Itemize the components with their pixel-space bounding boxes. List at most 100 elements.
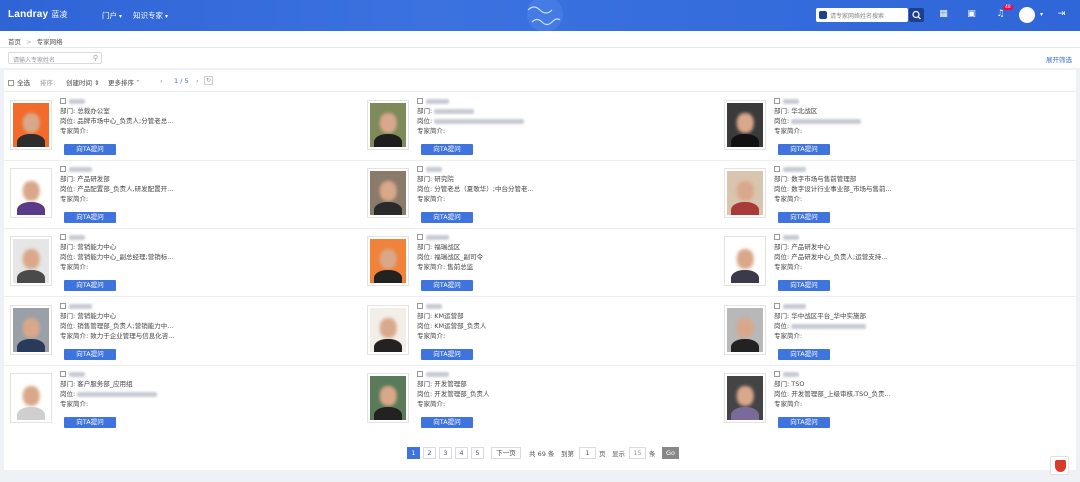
page-button-2[interactable]: 2 xyxy=(423,447,436,459)
search-button[interactable] xyxy=(909,8,924,22)
intro-label: 专家简介: xyxy=(417,400,446,408)
breadcrumb-home[interactable]: 首页 xyxy=(8,38,21,46)
select-all-checkbox[interactable]: 全选 xyxy=(8,77,30,87)
bell-icon[interactable]: ♫ xyxy=(995,9,1006,20)
expert-photo[interactable] xyxy=(724,100,766,150)
checkbox-icon[interactable] xyxy=(774,98,780,104)
expert-photo[interactable] xyxy=(367,236,409,286)
ask-expert-button[interactable]: 向TA提问 xyxy=(64,144,116,155)
intro-label: 专家简介: xyxy=(774,400,803,408)
expert-name-search-input[interactable]: 请输入专家姓名 ⚲ xyxy=(8,52,102,64)
expert-name-row xyxy=(417,302,702,311)
expert-photo[interactable] xyxy=(10,236,52,286)
expert-photo[interactable] xyxy=(367,373,409,423)
expert-photo[interactable] xyxy=(10,373,52,423)
more-sort-dropdown[interactable]: 更多排序 ˅ xyxy=(108,77,139,87)
checkbox-icon[interactable] xyxy=(60,303,66,309)
page-button-1[interactable]: 1 xyxy=(407,447,420,459)
expert-photo[interactable] xyxy=(724,373,766,423)
expert-post: 产品研发中心_负责人;运营支持... xyxy=(791,253,888,261)
help-float-button[interactable] xyxy=(1050,456,1069,475)
chevron-down-icon[interactable]: ▾ xyxy=(1036,9,1047,20)
expert-photo[interactable] xyxy=(724,236,766,286)
expert-info: 部门: 客户服务部_应用组 岗位: 专家简介: xyxy=(60,370,345,409)
search-icon[interactable]: ⚲ xyxy=(93,54,98,62)
checkbox-icon[interactable] xyxy=(417,98,423,104)
checkbox-icon[interactable] xyxy=(774,303,780,309)
checkbox-icon[interactable] xyxy=(417,234,423,240)
user-avatar[interactable] xyxy=(1019,7,1035,23)
logout-icon[interactable]: ⇥ xyxy=(1056,9,1067,20)
ask-expert-button[interactable]: 向TA提问 xyxy=(64,349,116,360)
page-size-input[interactable]: 15 xyxy=(629,447,646,459)
expert-dept-row: 部门: 开发管理部 xyxy=(417,379,557,389)
expert-info: 部门: 研究院 岗位: 分管老总（夏歌华）;中台分管老... 专家简介: xyxy=(417,165,702,204)
expert-photo[interactable] xyxy=(724,168,766,218)
checkbox-icon[interactable] xyxy=(417,371,423,377)
chevron-down-icon: ▾ xyxy=(165,13,169,20)
global-search-input[interactable]: 请专家网络姓名搜索 xyxy=(816,8,908,22)
checkbox-icon[interactable] xyxy=(60,166,66,172)
next-page-icon[interactable]: › xyxy=(196,77,199,85)
go-button[interactable]: Go xyxy=(662,447,679,459)
checkbox-icon[interactable] xyxy=(60,371,66,377)
ask-expert-button[interactable]: 向TA提问 xyxy=(64,212,116,223)
intro-label: 专家简介: xyxy=(417,263,446,271)
page-button-3[interactable]: 3 xyxy=(439,447,452,459)
calendar-icon[interactable]: ▣ xyxy=(966,9,977,20)
ask-expert-button[interactable]: 向TA提问 xyxy=(421,349,473,360)
ask-expert-button[interactable]: 向TA提问 xyxy=(778,349,830,360)
ask-expert-button[interactable]: 向TA提问 xyxy=(64,280,116,291)
expert-photo[interactable] xyxy=(367,168,409,218)
checkbox-icon[interactable] xyxy=(774,234,780,240)
ask-expert-button[interactable]: 向TA提问 xyxy=(421,144,473,155)
checkbox-icon xyxy=(8,80,14,86)
page-button-4[interactable]: 4 xyxy=(455,447,468,459)
ask-expert-button[interactable]: 向TA提问 xyxy=(64,417,116,428)
ask-expert-button[interactable]: 向TA提问 xyxy=(421,212,473,223)
expert-dept: 华北战区 xyxy=(791,107,818,115)
prev-page-icon[interactable]: ‹ xyxy=(160,77,163,85)
dept-label: 部门: xyxy=(774,312,790,320)
expert-post-row: 岗位: 品牌市场中心_负责人;分管老总... xyxy=(60,116,200,126)
ask-expert-button[interactable]: 向TA提问 xyxy=(778,144,830,155)
expert-photo[interactable] xyxy=(10,305,52,355)
checkbox-icon[interactable] xyxy=(417,303,423,309)
nav-knowledge-expert[interactable]: 知识专家 ▾ xyxy=(133,10,168,21)
brand-logo[interactable]: Landray 蓝凌 xyxy=(8,9,68,20)
checkbox-icon[interactable] xyxy=(774,166,780,172)
expert-photo[interactable] xyxy=(10,168,52,218)
expert-name-redacted xyxy=(69,166,92,172)
expert-photo[interactable] xyxy=(367,305,409,355)
expert-intro-row: 专家简介: xyxy=(774,399,914,409)
sort-toolbar: 全选 排序: 创建时间 ⇕ 更多排序 ˅ ‹ 1 / 5 › ↻ xyxy=(4,70,1076,92)
expert-dept: 产品研发中心 xyxy=(791,243,831,251)
sort-by-created-time[interactable]: 创建时间 ⇕ xyxy=(66,77,100,87)
expert-info: 部门: TSO 岗位: 开发管理部_上级审核,TSO_负责... 专家简介: xyxy=(774,370,1059,409)
apps-icon[interactable]: ▦ xyxy=(938,9,949,20)
refresh-icon[interactable]: ↻ xyxy=(204,76,213,85)
checkbox-icon[interactable] xyxy=(774,371,780,377)
expert-info: 部门: 华北战区 岗位: 专家简介: xyxy=(774,97,1059,136)
expert-card: 部门: TSO 岗位: 开发管理部_上级审核,TSO_负责... 专家简介: 向TA… xyxy=(720,370,1060,434)
checkbox-icon[interactable] xyxy=(417,166,423,172)
nav-portal[interactable]: 门户 ▾ xyxy=(102,10,122,21)
checkbox-icon[interactable] xyxy=(60,234,66,240)
goto-page-input[interactable]: 1 xyxy=(579,447,596,459)
expert-photo[interactable] xyxy=(367,100,409,150)
expert-post-row: 岗位: 销售管理部_负责人;营销能力中... xyxy=(60,321,200,331)
ask-expert-button[interactable]: 向TA提问 xyxy=(778,212,830,223)
expert-photo[interactable] xyxy=(724,305,766,355)
intro-label: 专家简介: xyxy=(417,332,446,340)
page-button-5[interactable]: 5 xyxy=(471,447,484,459)
ask-expert-button[interactable]: 向TA提问 xyxy=(778,417,830,428)
post-label: 岗位: xyxy=(60,390,76,398)
expand-filter-link[interactable]: 展开筛选 xyxy=(1046,54,1072,64)
ask-expert-button[interactable]: 向TA提问 xyxy=(421,280,473,291)
expert-post-row: 岗位: 福瑞战区_副司令 xyxy=(417,252,557,262)
checkbox-icon[interactable] xyxy=(60,98,66,104)
next-page-button[interactable]: 下一页 xyxy=(491,447,521,459)
expert-photo[interactable] xyxy=(10,100,52,150)
ask-expert-button[interactable]: 向TA提问 xyxy=(778,280,830,291)
ask-expert-button[interactable]: 向TA提问 xyxy=(421,417,473,428)
